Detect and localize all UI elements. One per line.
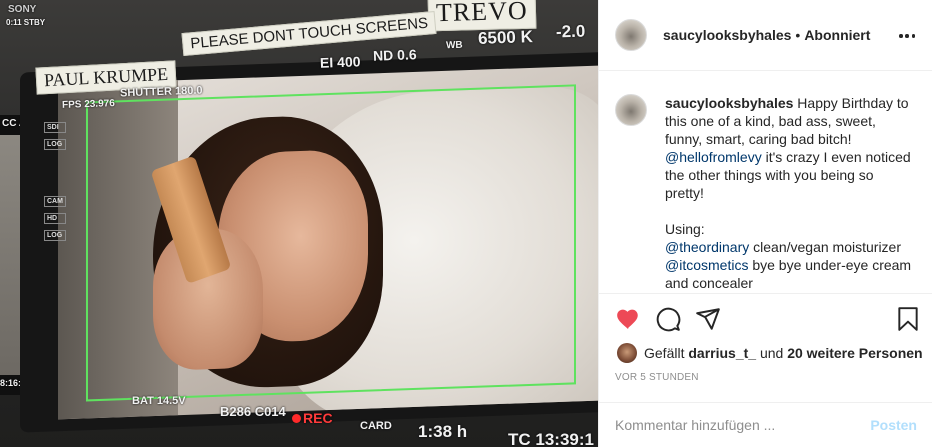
- side-tags: SDI LOG CAM HD LOG: [44, 122, 66, 241]
- post-actions: Gefällt darrius_t_ und 20 weitere Person…: [599, 293, 932, 445]
- osd-wb-value: 6500 K: [477, 27, 534, 48]
- rec-dot-icon: [292, 414, 301, 423]
- osd-nd: ND 0.6: [372, 46, 417, 64]
- caption-text: saucylooksbyhales Happy Birthday to this…: [665, 94, 915, 292]
- comment-input[interactable]: Kommentar hinzufügen ...: [615, 417, 870, 433]
- bookmark-icon[interactable]: [895, 306, 921, 332]
- likes-summary: Gefällt darrius_t_ und 20 weitere Person…: [617, 343, 923, 363]
- osd-wb-label: WB: [445, 39, 463, 52]
- header-username[interactable]: saucylooksbyhales: [663, 27, 791, 43]
- likes-prefix: Gefällt: [644, 345, 685, 361]
- osd-rec-label: REC: [303, 410, 333, 426]
- side-tag: HD: [44, 213, 66, 224]
- comment-bar: Kommentar hinzufügen ... Posten: [599, 402, 932, 446]
- liker-avatar[interactable]: [617, 343, 637, 363]
- caption-username[interactable]: saucylooksbyhales: [665, 95, 793, 111]
- caption-line: clean/vegan moisturizer: [753, 239, 902, 255]
- comment-icon[interactable]: [655, 306, 681, 332]
- likes-mid: und: [759, 345, 784, 361]
- side-tag: LOG: [44, 230, 66, 241]
- side-tag: LOG: [44, 139, 66, 150]
- osd-ei: EI 400: [319, 53, 361, 71]
- liker-username[interactable]: darrius_t_: [688, 345, 756, 361]
- osd-fps: FPS 23.976: [61, 98, 115, 111]
- mention-link[interactable]: @theordinary: [665, 239, 749, 255]
- likes-count-link[interactable]: 20 weitere Personen: [787, 345, 922, 361]
- osd-battery: BAT 14.5V: [132, 395, 186, 407]
- action-icons: [615, 306, 921, 332]
- side-tag: SDI: [44, 122, 66, 133]
- post-comment-button[interactable]: Posten: [870, 417, 917, 433]
- caption-using: Using:: [665, 221, 705, 237]
- post-header: saucylooksbyhales • Abonniert: [599, 0, 932, 71]
- post-photo[interactable]: SONY 0:11 STBY CC A 8:16:04 TREVO PLEASE…: [0, 0, 598, 447]
- side-tag: CAM: [44, 196, 66, 207]
- header-separator: •: [795, 27, 801, 43]
- follow-status-button[interactable]: Abonniert: [804, 27, 870, 43]
- caption-avatar[interactable]: [615, 94, 647, 126]
- post-sidebar: saucylooksbyhales • Abonniert saucylooks…: [598, 0, 932, 447]
- mention-link[interactable]: @itcosmetics: [665, 257, 748, 273]
- caption: saucylooksbyhales Happy Birthday to this…: [615, 94, 921, 292]
- camera-status: 0:11 STBY: [6, 18, 46, 27]
- post-timestamp[interactable]: VOR 5 STUNDEN: [615, 372, 699, 383]
- heart-icon[interactable]: [615, 306, 641, 332]
- osd-wb-tint: -2.0: [555, 21, 586, 42]
- osd-timecode: TC 13:39:1: [508, 430, 594, 447]
- more-options-icon[interactable]: [895, 24, 919, 48]
- osd-rec: REC: [292, 410, 333, 426]
- share-icon[interactable]: [695, 306, 721, 332]
- mention-link[interactable]: @hellofromlevy: [665, 149, 762, 165]
- camera-brand: SONY: [8, 4, 37, 15]
- monitor-screen: [58, 65, 598, 420]
- avatar[interactable]: [615, 19, 647, 51]
- frame-guide: [86, 84, 576, 402]
- osd-card: CARD: [360, 420, 392, 432]
- osd-remaining: 1:38 h: [418, 422, 468, 441]
- osd-clip: B286 C014: [220, 404, 286, 419]
